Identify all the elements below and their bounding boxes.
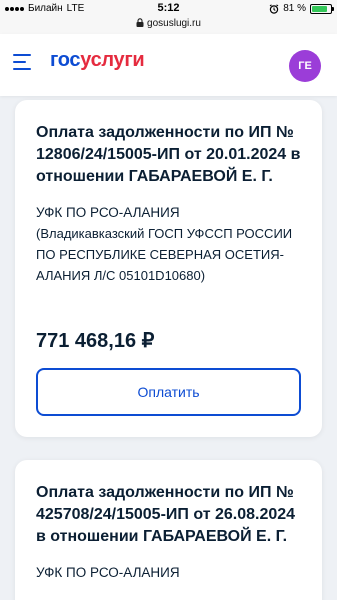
battery-percent: 81 % (283, 3, 306, 14)
recipient-name: УФК ПО РСО-АЛАНИЯ (36, 565, 180, 580)
alarm-icon (269, 3, 279, 14)
recipient-detail: (Владикавказский ГОСП УФССП РОССИИ ПО РЕ… (36, 226, 293, 283)
lock-icon (136, 18, 144, 27)
hamburger-menu-icon[interactable] (13, 54, 35, 74)
payment-title: Оплата задолженности по ИП № 425708/24/1… (36, 484, 296, 545)
gosuslugi-logo[interactable]: госуслуги (50, 49, 145, 72)
logo-part-gos: гос (50, 49, 81, 71)
payment-title: Оплата задолженности по ИП № 12806/24/15… (36, 124, 301, 185)
avatar[interactable]: ГЕ (289, 50, 321, 82)
address-bar[interactable]: gosuslugi.ru (0, 18, 337, 34)
app-header: госуслуги ГЕ (0, 34, 337, 96)
payment-card: Оплата задолженности по ИП № 12806/24/15… (15, 100, 322, 437)
pay-button[interactable]: Оплатить (36, 368, 301, 416)
payment-amount: 771 468,16 ₽ (36, 330, 155, 352)
battery-icon (310, 3, 334, 14)
recipient-name: УФК ПО РСО-АЛАНИЯ (36, 205, 180, 220)
payment-card: Оплата задолженности по ИП № 425708/24/1… (15, 460, 322, 600)
status-bar: Билайн LTE 5:12 81 % (0, 0, 337, 18)
logo-part-uslugi: услуги (80, 49, 145, 71)
url-text: gosuslugi.ru (147, 18, 201, 29)
status-right: 81 % (269, 3, 334, 14)
